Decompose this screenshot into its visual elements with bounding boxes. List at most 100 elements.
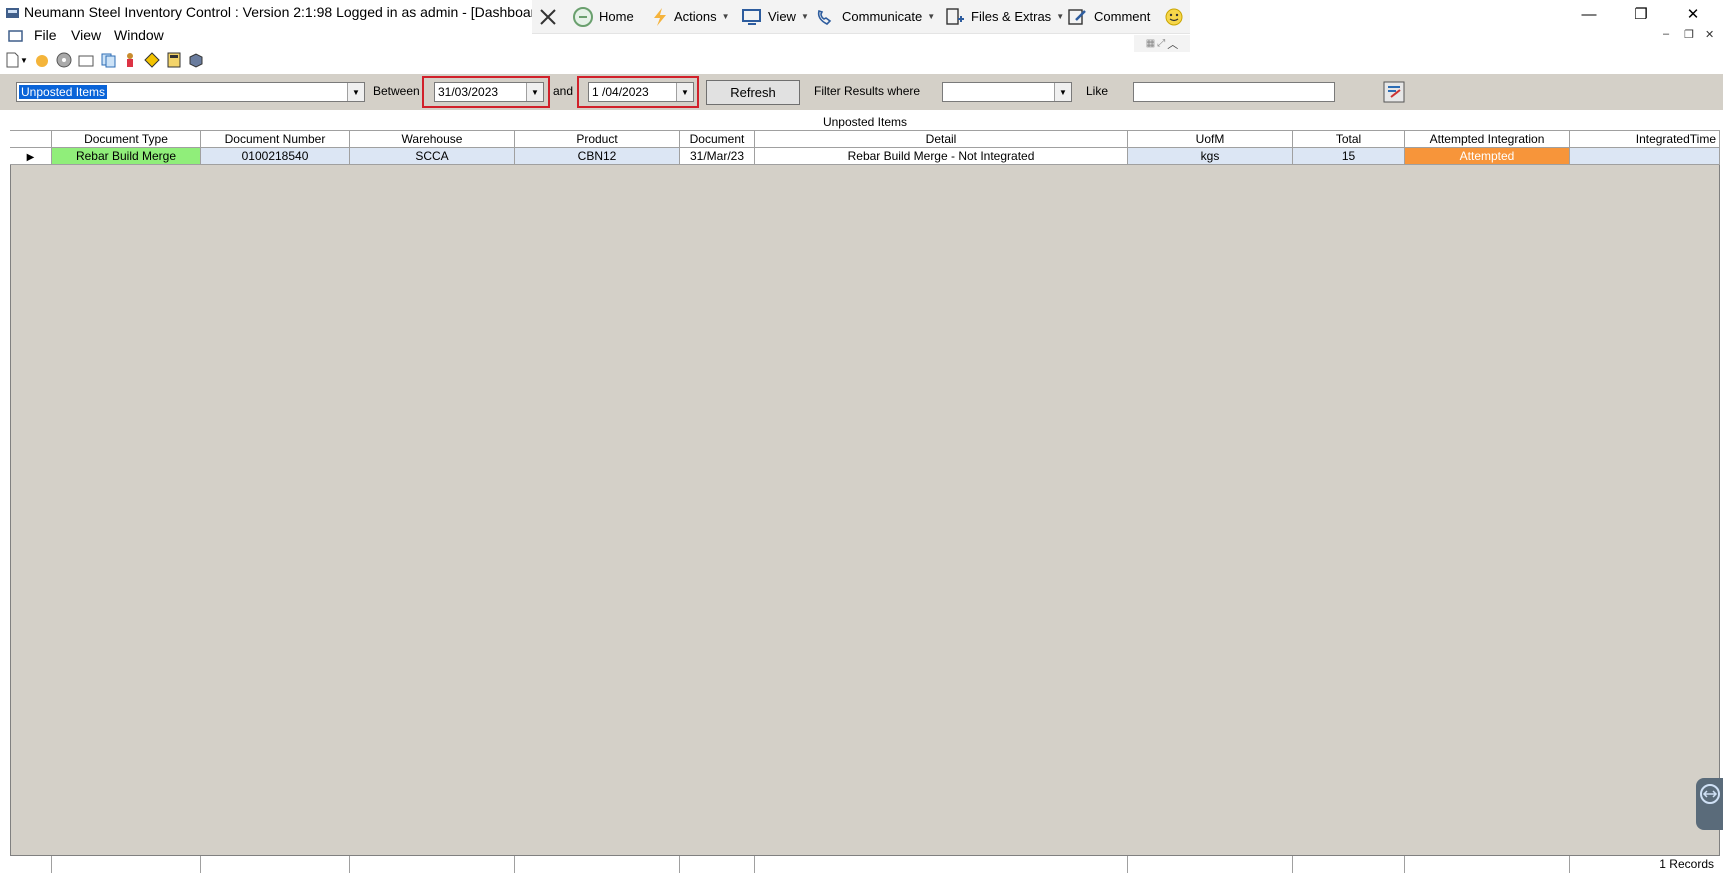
cell-product[interactable]: CBN12 xyxy=(515,148,680,165)
footer-cell xyxy=(350,856,515,873)
cell-document-number[interactable]: 0100218540 xyxy=(201,148,350,165)
files-label: Files & Extras xyxy=(971,9,1052,24)
cell-total[interactable]: 15 xyxy=(1293,148,1405,165)
comment-edit-icon xyxy=(1068,8,1086,25)
row-selector-header xyxy=(10,131,52,148)
restore-button[interactable]: ❐ xyxy=(1616,0,1666,28)
comment-label: Comment xyxy=(1094,9,1151,24)
chevron-down-icon[interactable]: ▼ xyxy=(676,83,693,101)
row-selector[interactable]: ▶ xyxy=(10,148,52,165)
report-select-value: Unposted Items xyxy=(19,85,108,99)
filter-field-select[interactable]: ▼ xyxy=(942,82,1072,102)
menu-file[interactable]: File xyxy=(34,27,57,43)
close-icon xyxy=(540,8,556,25)
menu-view[interactable]: View xyxy=(71,27,101,43)
cell-warehouse[interactable]: SCCA xyxy=(350,148,515,165)
grid-caption: Unposted Items xyxy=(10,114,1720,131)
chevron-down-icon: ▼ xyxy=(1056,12,1065,21)
menu-bar: File View Window xyxy=(0,26,1723,46)
files-icon xyxy=(946,7,964,25)
actions-label: Actions xyxy=(674,9,717,24)
current-row-indicator-icon: ▶ xyxy=(26,152,35,163)
between-label: Between xyxy=(373,84,420,98)
cell-detail[interactable]: Rebar Build Merge - Not Integrated xyxy=(755,148,1128,165)
header-uofm[interactable]: UofM xyxy=(1128,131,1293,148)
grid-footer: 1 Records xyxy=(10,855,1720,873)
header-document-number[interactable]: Document Number xyxy=(201,131,350,148)
chevron-down-icon[interactable]: ▼ xyxy=(347,83,364,101)
menu-window[interactable]: Window xyxy=(114,27,164,43)
cell-integrated-time[interactable] xyxy=(1570,148,1720,165)
monitor-icon xyxy=(742,8,761,25)
footer-cell xyxy=(1293,856,1405,873)
header-detail[interactable]: Detail xyxy=(755,131,1128,148)
mdi-minimize-button[interactable]: – xyxy=(1663,28,1669,40)
home-icon xyxy=(573,6,593,27)
footer-cell xyxy=(755,856,1128,873)
copy-icon[interactable] xyxy=(100,52,116,68)
like-input[interactable] xyxy=(1133,82,1335,102)
footer-cell xyxy=(201,856,350,873)
minimize-button[interactable]: — xyxy=(1564,0,1614,28)
chevron-down-icon[interactable]: ▼ xyxy=(1054,83,1071,101)
footer-cell xyxy=(52,856,201,873)
header-document-type[interactable]: Document Type xyxy=(52,131,201,148)
close-window-button[interactable]: ✕ xyxy=(1668,0,1718,28)
footer-cell xyxy=(515,856,680,873)
mdi-close-button[interactable]: ✕ xyxy=(1705,28,1714,41)
like-label: Like xyxy=(1086,84,1109,98)
cell-attempted-integration[interactable]: Attempted xyxy=(1405,148,1570,165)
header-document[interactable]: Document xyxy=(680,131,755,148)
chevron-down-icon: ▼ xyxy=(800,12,809,21)
window-title: Neumann Steel Inventory Control : Versio… xyxy=(24,4,547,20)
cell-uofm[interactable]: kgs xyxy=(1128,148,1293,165)
header-total[interactable]: Total xyxy=(1293,131,1405,148)
date-from-picker[interactable]: 31/03/2023 ▼ xyxy=(434,82,544,102)
mdi-child-icon xyxy=(8,30,23,42)
footer-cell xyxy=(10,856,52,873)
export-icon[interactable] xyxy=(1383,81,1405,103)
header-integrated-time[interactable]: IntegratedTime xyxy=(1570,131,1720,148)
cell-document[interactable]: 31/Mar/23 xyxy=(680,148,755,165)
date-from-value: 31/03/2023 xyxy=(438,85,499,99)
disc-icon[interactable] xyxy=(56,52,72,68)
folder-icon[interactable] xyxy=(78,52,94,68)
and-label: and xyxy=(553,84,574,98)
chevron-down-icon[interactable]: ▼ xyxy=(20,56,28,65)
header-product[interactable]: Product xyxy=(515,131,680,148)
date-to-picker[interactable]: 1 /04/2023 ▼ xyxy=(588,82,694,102)
filter-bar: Unposted Items ▼ Between 31/03/2023 ▼ an… xyxy=(0,74,1723,110)
refresh-button[interactable]: Refresh xyxy=(706,80,800,105)
footer-cell xyxy=(1405,856,1570,873)
mdi-restore-button[interactable]: ❐ xyxy=(1684,28,1694,41)
footer-cell xyxy=(680,856,755,873)
date-to-value: 1 /04/2023 xyxy=(592,85,649,99)
footer-cell xyxy=(1128,856,1293,873)
chevron-down-icon: ▼ xyxy=(927,12,936,21)
smiley-icon xyxy=(1165,8,1183,25)
header-attempted-integration[interactable]: Attempted Integration xyxy=(1405,131,1570,148)
toolbar: ▼ xyxy=(4,49,204,71)
view-label: View xyxy=(768,9,796,24)
app-icon xyxy=(6,8,19,18)
chevron-down-icon: ▼ xyxy=(721,12,730,21)
home-label: Home xyxy=(599,9,634,24)
phone-icon xyxy=(817,9,832,25)
calculator-icon[interactable] xyxy=(166,52,182,68)
package-icon[interactable] xyxy=(188,52,204,68)
cell-document-type[interactable]: Rebar Build Merge xyxy=(52,148,201,165)
results-grid xyxy=(10,114,1720,872)
new-document-icon[interactable] xyxy=(4,52,20,68)
sign-icon[interactable] xyxy=(144,52,160,68)
record-count: 1 Records xyxy=(1659,857,1714,871)
header-warehouse[interactable]: Warehouse xyxy=(350,131,515,148)
filter-results-label: Filter Results where xyxy=(814,84,921,98)
side-panel-tab[interactable] xyxy=(1696,778,1723,830)
chevron-down-icon[interactable]: ▼ xyxy=(526,83,543,101)
lightning-icon xyxy=(654,7,666,26)
hand-icon[interactable] xyxy=(34,52,50,68)
communicate-label: Communicate xyxy=(842,9,923,24)
remote-icon xyxy=(1700,784,1720,804)
worker-icon[interactable] xyxy=(122,52,138,68)
report-select[interactable]: Unposted Items ▼ xyxy=(16,82,365,102)
